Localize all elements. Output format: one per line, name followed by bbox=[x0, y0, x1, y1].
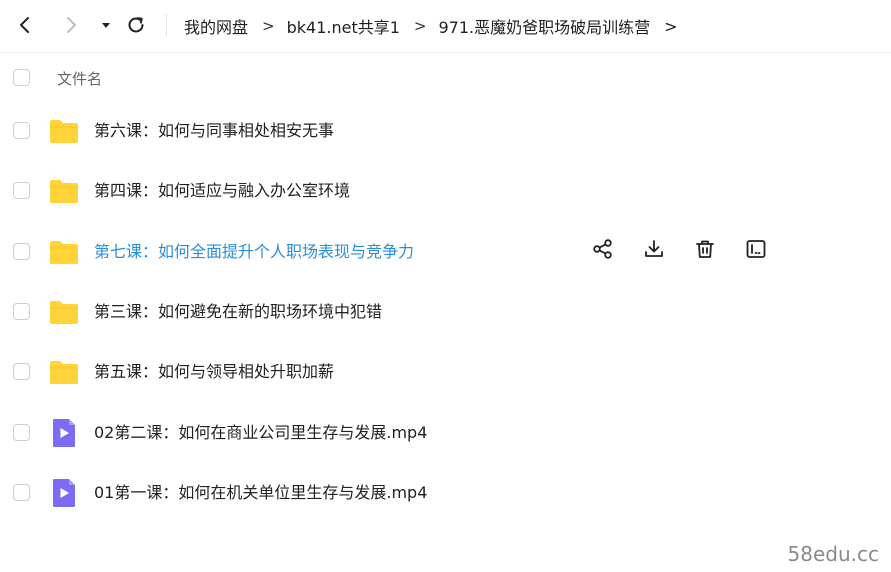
breadcrumb: 我的网盘 > bk41.net共享1 > 971.恶魔奶爸职场破局训练营 > bbox=[184, 0, 678, 52]
file-row[interactable]: 第七课：如何全面提升个人职场表现与竞争力 bbox=[0, 222, 891, 282]
forward-button[interactable] bbox=[57, 11, 85, 39]
row-checkbox[interactable] bbox=[13, 302, 30, 320]
file-name[interactable]: 第三课：如何避免在新的职场环境中犯错 bbox=[94, 282, 382, 342]
file-name[interactable]: 01第一课：如何在机关单位里生存与发展.mp4 bbox=[94, 463, 427, 523]
caret-down-icon bbox=[102, 23, 110, 28]
refresh-icon bbox=[128, 17, 144, 33]
breadcrumb-expand-separator[interactable]: > bbox=[664, 17, 677, 36]
file-row[interactable]: 第六课：如何与同事相处相安无事 bbox=[0, 101, 891, 161]
folder-icon bbox=[50, 361, 78, 385]
breadcrumb-item-share[interactable]: bk41.net共享1 bbox=[287, 14, 400, 38]
file-name[interactable]: 第五课：如何与领导相处升职加薪 bbox=[94, 342, 334, 402]
file-list-header: 文件名 bbox=[0, 52, 891, 104]
share-button[interactable] bbox=[590, 236, 616, 262]
top-navigation-bar: 我的网盘 > bk41.net共享1 > 971.恶魔奶爸职场破局训练营 > bbox=[0, 0, 891, 53]
back-button[interactable] bbox=[11, 11, 39, 39]
refresh-button[interactable] bbox=[122, 11, 150, 39]
column-header-filename[interactable]: 文件名 bbox=[57, 68, 102, 89]
file-name[interactable]: 02第二课：如何在商业公司里生存与发展.mp4 bbox=[94, 403, 427, 463]
share-icon bbox=[593, 238, 612, 259]
row-checkbox[interactable] bbox=[13, 423, 30, 441]
file-row[interactable]: 02第二课：如何在商业公司里生存与发展.mp4 bbox=[0, 403, 891, 463]
folder-icon bbox=[50, 240, 78, 264]
file-name[interactable]: 第四课：如何适应与融入办公室环境 bbox=[94, 161, 350, 221]
delete-button[interactable] bbox=[692, 236, 718, 262]
row-checkbox[interactable] bbox=[13, 182, 30, 200]
file-row[interactable]: 第四课：如何适应与融入办公室环境 bbox=[0, 161, 891, 221]
folder-icon bbox=[50, 180, 78, 204]
back-arrow-icon bbox=[20, 17, 29, 33]
row-checkbox[interactable] bbox=[13, 483, 30, 501]
file-row[interactable]: 第三课：如何避免在新的职场环境中犯错 bbox=[0, 282, 891, 342]
row-actions bbox=[590, 236, 794, 268]
folder-icon bbox=[50, 120, 78, 143]
breadcrumb-separator: > bbox=[262, 17, 275, 35]
history-dropdown-button[interactable] bbox=[92, 11, 120, 39]
row-checkbox[interactable] bbox=[13, 122, 30, 139]
file-row[interactable]: 第五课：如何与领导相处升职加薪 bbox=[0, 342, 891, 402]
breadcrumb-separator: > bbox=[413, 17, 427, 35]
download-icon bbox=[645, 239, 663, 257]
file-name[interactable]: 第六课：如何与同事相处相安无事 bbox=[94, 101, 334, 161]
file-name[interactable]: 第七课：如何全面提升个人职场表现与竞争力 bbox=[94, 222, 414, 282]
breadcrumb-item-root[interactable]: 我的网盘 bbox=[184, 14, 248, 38]
row-checkbox[interactable] bbox=[13, 242, 30, 260]
watermark: 58edu.cc bbox=[787, 542, 879, 566]
toolbar-divider bbox=[166, 14, 167, 36]
video-file-icon bbox=[53, 478, 75, 507]
file-row[interactable]: 01第一课：如何在机关单位里生存与发展.mp4 bbox=[0, 463, 891, 523]
delete-icon bbox=[696, 240, 714, 258]
rename-button[interactable] bbox=[743, 236, 769, 262]
video-file-icon bbox=[53, 418, 75, 447]
breadcrumb-item-current[interactable]: 971.恶魔奶爸职场破局训练营 bbox=[438, 14, 650, 38]
folder-icon bbox=[50, 300, 78, 324]
select-all-checkbox[interactable] bbox=[13, 69, 30, 86]
forward-arrow-icon bbox=[67, 17, 76, 33]
rename-icon bbox=[746, 239, 766, 258]
row-checkbox[interactable] bbox=[13, 363, 30, 381]
download-button[interactable] bbox=[641, 236, 667, 262]
